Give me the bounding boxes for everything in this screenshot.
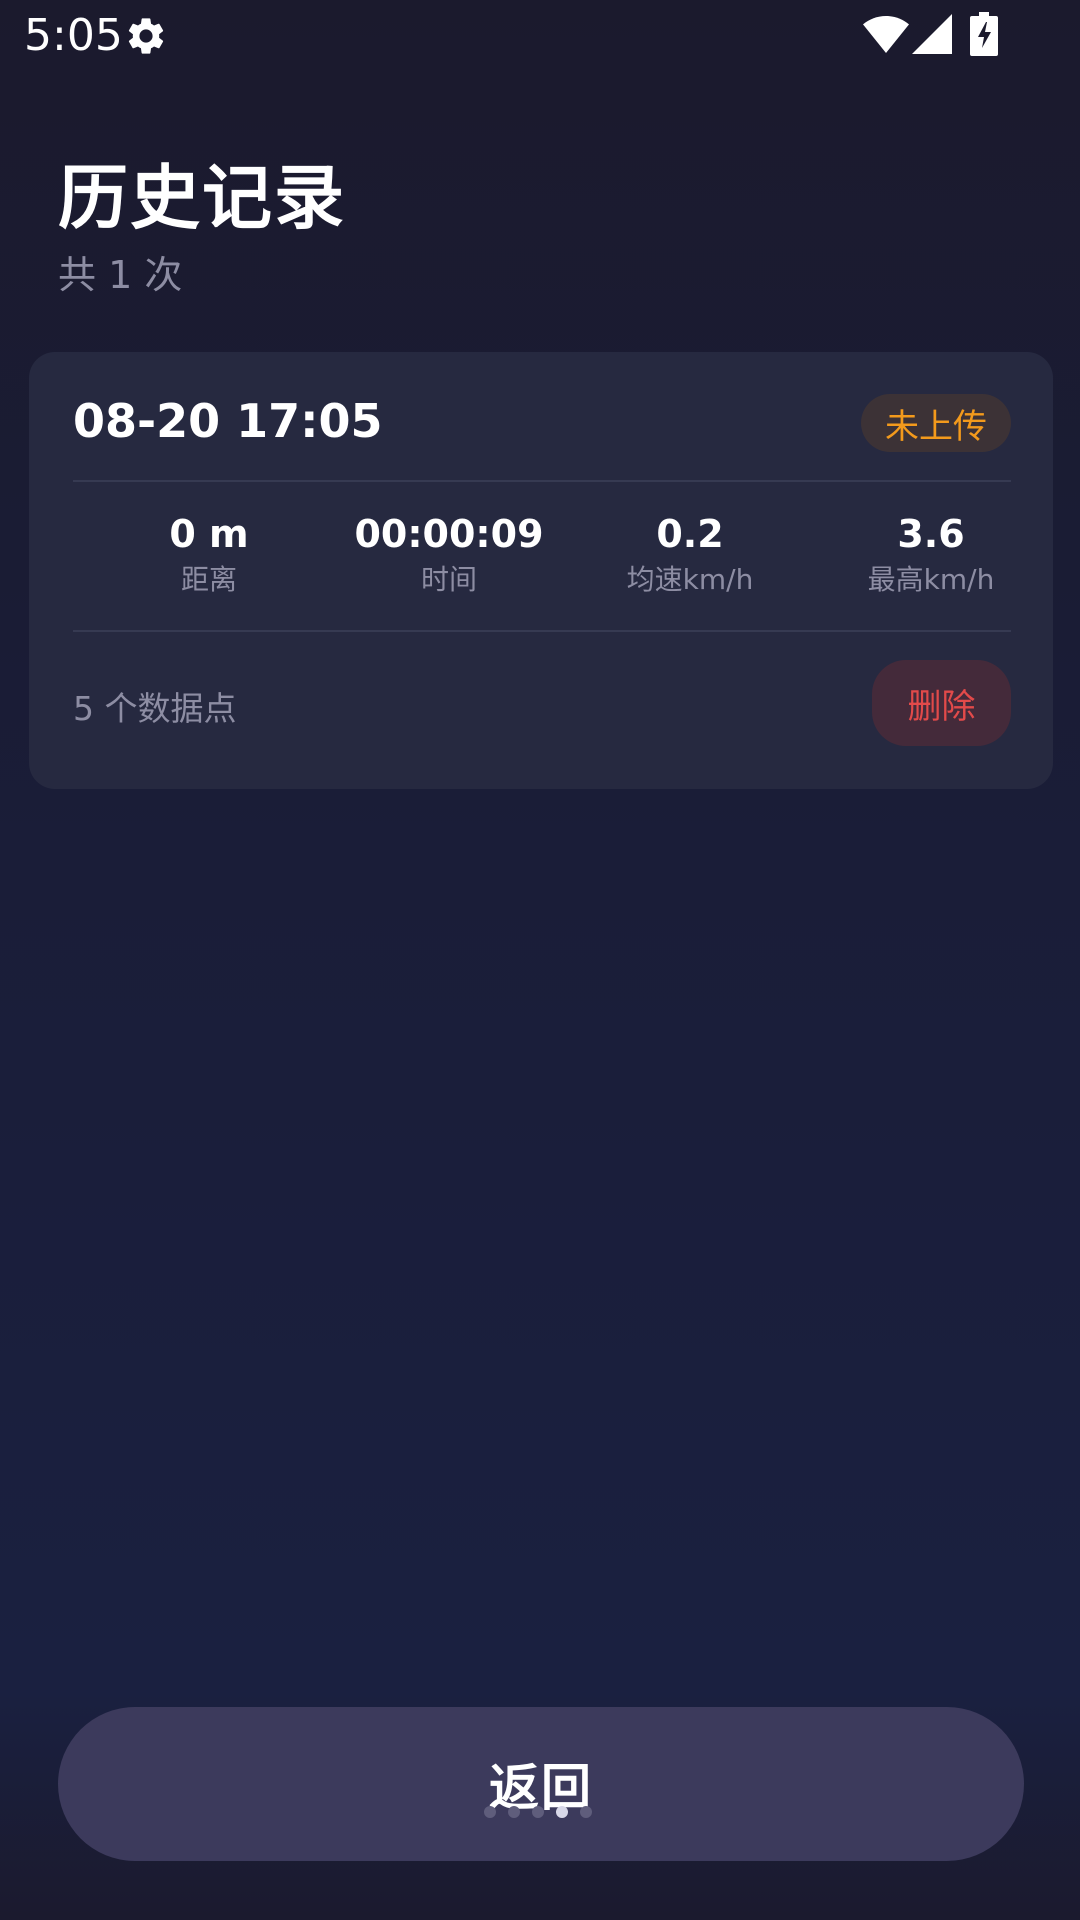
page-dot-active — [556, 1806, 568, 1818]
history-record-card[interactable]: 08-20 17:05 未上传 0 m 距离 00:00:09 时间 0.2 均… — [29, 352, 1053, 789]
battery-charging-icon — [970, 12, 998, 56]
upload-status-badge: 未上传 — [861, 394, 1011, 452]
stat-avg-speed: 0.2 均速km/h — [570, 510, 810, 600]
stat-value: 00:00:09 — [354, 512, 544, 556]
divider — [73, 630, 1011, 632]
stat-distance: 0 m 距离 — [89, 510, 329, 600]
back-button[interactable]: 返回 — [58, 1707, 1024, 1861]
stat-label: 均速km/h — [626, 563, 754, 596]
stat-label: 距离 — [180, 563, 237, 596]
record-count: 共 1 次 — [58, 253, 183, 297]
gear-icon — [128, 18, 164, 54]
stat-value: 3.6 — [897, 512, 965, 556]
delete-button[interactable]: 删除 — [872, 660, 1011, 746]
page-dot — [532, 1806, 544, 1818]
wifi-icon — [863, 16, 909, 53]
page-dot — [580, 1806, 592, 1818]
status-time: 5:05 — [24, 10, 123, 61]
signal-icon — [912, 14, 952, 54]
stat-max-speed: 3.6 最高km/h — [811, 510, 1051, 600]
page-indicator — [484, 1806, 592, 1818]
divider — [73, 480, 1011, 482]
page-dot — [484, 1806, 496, 1818]
record-datetime: 08-20 17:05 — [73, 394, 383, 448]
page-dot — [508, 1806, 520, 1818]
stat-time: 00:00:09 时间 — [329, 510, 569, 600]
page-title: 历史记录 — [58, 157, 346, 239]
stat-value: 0.2 — [656, 512, 724, 556]
status-bar: 5:05 — [0, 0, 1080, 72]
stat-label: 最高km/h — [867, 563, 995, 596]
stat-label: 时间 — [420, 563, 477, 596]
stat-value: 0 m — [169, 512, 249, 556]
data-point-count: 5 个数据点 — [73, 689, 237, 728]
